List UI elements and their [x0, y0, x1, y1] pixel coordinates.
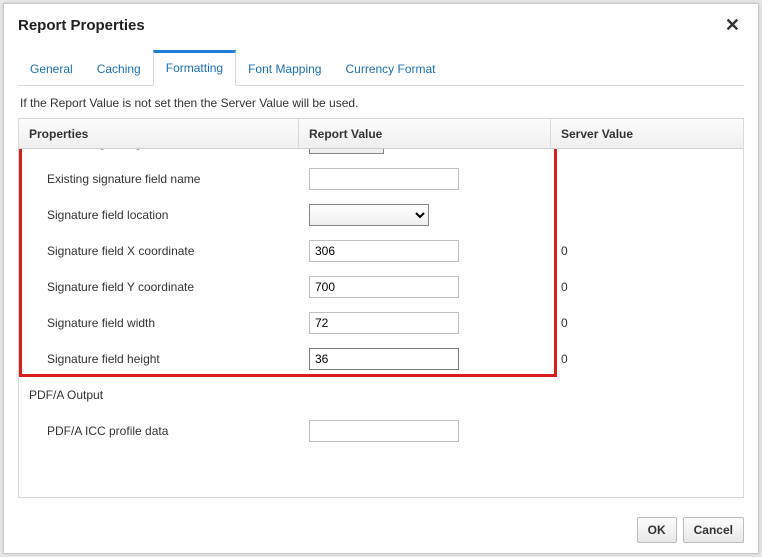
footer: OK Cancel: [4, 507, 758, 553]
tab-formatting[interactable]: Formatting: [153, 50, 236, 86]
x-coord-input[interactable]: [309, 240, 459, 262]
ok-button[interactable]: OK: [637, 517, 677, 543]
section-pdfa-output: PDF/A Output: [19, 377, 743, 413]
col-header-report-value: Report Value: [299, 119, 551, 148]
server-value: False: [551, 149, 743, 150]
row-icc-profile: PDF/A ICC profile data: [19, 413, 743, 449]
tabs: General Caching Formatting Font Mapping …: [18, 50, 744, 86]
y-coord-input[interactable]: [309, 276, 459, 298]
row-y-coord: Signature field Y coordinate 0: [19, 269, 743, 305]
server-value: 0: [551, 352, 743, 366]
tab-general[interactable]: General: [18, 51, 85, 86]
tab-caching[interactable]: Caching: [85, 51, 153, 86]
content: General Caching Formatting Font Mapping …: [4, 50, 758, 508]
prop-label: Signature field width: [19, 316, 299, 330]
row-location: Signature field location: [19, 197, 743, 233]
enable-signature-select[interactable]: True: [309, 149, 384, 154]
tab-currency-format[interactable]: Currency Format: [333, 51, 447, 86]
location-select[interactable]: [309, 204, 429, 226]
description-text: If the Report Value is not set then the …: [18, 86, 744, 118]
height-input[interactable]: [309, 348, 459, 370]
server-value: 0: [551, 316, 743, 330]
tab-font-mapping[interactable]: Font Mapping: [236, 51, 333, 86]
dialog: Report Properties ✕ General Caching Form…: [3, 3, 759, 554]
row-width: Signature field width 0: [19, 305, 743, 341]
icc-profile-input[interactable]: [309, 420, 459, 442]
prop-label: Existing signature field name: [19, 172, 299, 186]
table-scroll[interactable]: PDF Digital Signature Enable Digital Sig…: [19, 149, 743, 497]
prop-label: Signature field height: [19, 352, 299, 366]
properties-table: Properties Report Value Server Value PDF…: [18, 118, 744, 498]
dialog-title: Report Properties: [18, 17, 145, 34]
row-enable-signature: Enable Digital Signature True False: [19, 149, 743, 161]
table-header: Properties Report Value Server Value: [19, 119, 743, 149]
row-existing-name: Existing signature field name: [19, 161, 743, 197]
section-label: PDF/A Output: [19, 382, 299, 408]
spacer: [19, 449, 743, 497]
close-icon[interactable]: ✕: [721, 14, 744, 36]
prop-label: Signature field location: [19, 208, 299, 222]
existing-name-input[interactable]: [309, 168, 459, 190]
titlebar: Report Properties ✕: [4, 4, 758, 44]
row-x-coord: Signature field X coordinate 0: [19, 233, 743, 269]
cancel-button[interactable]: Cancel: [683, 517, 744, 543]
prop-label: PDF/A ICC profile data: [19, 424, 299, 438]
server-value: 0: [551, 280, 743, 294]
width-input[interactable]: [309, 312, 459, 334]
prop-label: Signature field X coordinate: [19, 244, 299, 258]
server-value: 0: [551, 244, 743, 258]
prop-label: Signature field Y coordinate: [19, 280, 299, 294]
col-header-properties: Properties: [19, 119, 299, 148]
row-height: Signature field height 0: [19, 341, 743, 377]
prop-label: Enable Digital Signature: [19, 149, 299, 150]
col-header-server-value: Server Value: [551, 119, 743, 148]
